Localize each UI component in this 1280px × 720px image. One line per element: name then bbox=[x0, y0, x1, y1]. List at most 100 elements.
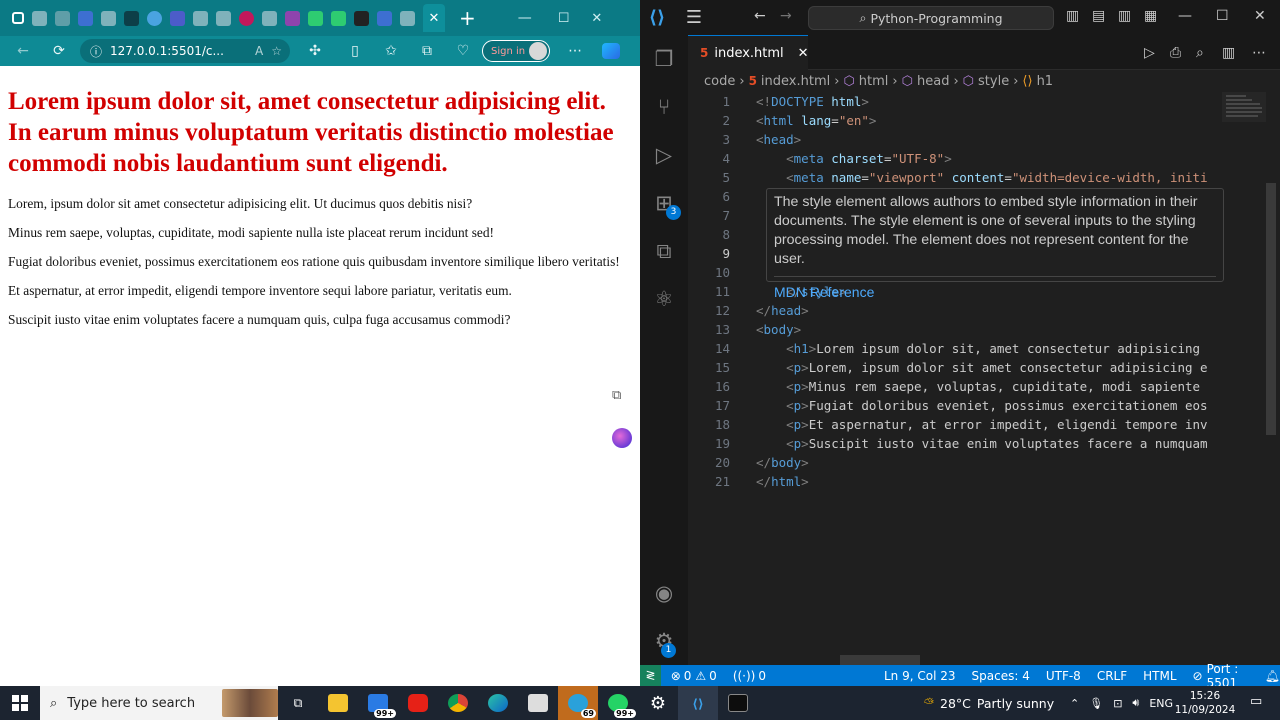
tab-close-icon[interactable]: ✕ bbox=[798, 46, 809, 61]
tab-favicon-7[interactable] bbox=[170, 10, 185, 26]
customize-layout-icon[interactable]: ▦ bbox=[1144, 8, 1157, 24]
code-line[interactable]: 21 </html> bbox=[688, 472, 1268, 491]
read-aloud-icon[interactable]: A bbox=[255, 44, 263, 58]
tab-index-html[interactable]: 5 index.html ✕ bbox=[688, 35, 809, 70]
code-line[interactable]: 3 <head> bbox=[688, 130, 1268, 149]
menu-icon[interactable]: ☰ bbox=[674, 7, 714, 28]
command-center[interactable]: ⌕ Python-Programming bbox=[808, 6, 1054, 30]
mail-icon[interactable]: 99+ bbox=[358, 686, 398, 720]
tab-favicon-4[interactable] bbox=[101, 10, 116, 26]
indentation[interactable]: Spaces: 4 bbox=[972, 669, 1030, 683]
task-view-icon[interactable]: ⧉ bbox=[278, 686, 318, 720]
taskbar-search[interactable]: ⌕ Type here to search bbox=[40, 686, 278, 720]
translate-icon[interactable]: ⧉ bbox=[612, 388, 628, 404]
breadcrumb-item[interactable]: head bbox=[917, 74, 949, 89]
snipping-tool-icon[interactable] bbox=[718, 686, 758, 720]
start-button[interactable] bbox=[0, 686, 40, 720]
encoding[interactable]: UTF-8 bbox=[1046, 669, 1081, 683]
tab-favicon-10[interactable] bbox=[239, 10, 254, 26]
code-text[interactable]: <p>Minus rem saepe, voluptas, cupiditate… bbox=[756, 377, 1218, 396]
store-icon[interactable] bbox=[518, 686, 558, 720]
toggle-secondary-sidebar-icon[interactable]: ▥ bbox=[1118, 8, 1131, 24]
code-text[interactable]: <p>Et aspernatur, at error impedit, elig… bbox=[756, 415, 1218, 434]
back-icon[interactable]: ← bbox=[10, 43, 36, 59]
nav-forward-icon[interactable]: → bbox=[780, 8, 792, 24]
nav-back-icon[interactable]: ← bbox=[754, 8, 766, 24]
horizontal-scrollbar[interactable] bbox=[840, 655, 920, 665]
notifications-icon[interactable]: ▭ bbox=[1250, 694, 1262, 709]
warning-icon[interactable]: ⚠ bbox=[695, 669, 706, 683]
tab-favicon-3[interactable] bbox=[78, 10, 93, 26]
breadcrumb-item[interactable]: index.html bbox=[761, 74, 830, 89]
tab-actions-icon[interactable] bbox=[12, 12, 24, 24]
preview-icon[interactable]: ⌕ bbox=[1196, 45, 1204, 61]
favorites-icon[interactable]: ✩ bbox=[378, 43, 404, 59]
copilot-icon[interactable] bbox=[602, 43, 621, 59]
code-line[interactable]: 14 <h1>Lorem ipsum dolor sit, amet conse… bbox=[688, 339, 1268, 358]
tab-favicon-15[interactable] bbox=[354, 10, 369, 26]
code-text[interactable]: <p>Lorem, ipsum dolor sit amet consectet… bbox=[756, 358, 1218, 377]
maximize-icon[interactable]: ☐ bbox=[1216, 8, 1229, 24]
react-icon[interactable]: ⚛ bbox=[650, 285, 678, 313]
code-line[interactable]: 4 <meta charset="UTF-8"> bbox=[688, 149, 1268, 168]
more-actions-icon[interactable]: ⋯ bbox=[1252, 45, 1266, 61]
favorite-star-icon[interactable]: ☆ bbox=[271, 44, 282, 58]
code-text[interactable]: <meta name="viewport" content="width=dev… bbox=[756, 168, 1218, 187]
code-text[interactable]: <h1>Lorem ipsum dolor sit, amet consecte… bbox=[756, 339, 1218, 358]
address-bar[interactable]: ⓘ 127.0.0.1:5501/c... A ☆ bbox=[80, 39, 290, 63]
whatsapp-icon[interactable]: 99+ bbox=[598, 686, 638, 720]
brain-extension-icon[interactable] bbox=[612, 428, 632, 448]
collections-icon[interactable]: ⧉ bbox=[414, 43, 440, 59]
close-window-icon[interactable]: ✕ bbox=[591, 11, 602, 26]
close-window-icon[interactable]: ✕ bbox=[1254, 8, 1266, 24]
live-server-icon[interactable]: ⊘ bbox=[1193, 669, 1203, 683]
minimize-icon[interactable]: — bbox=[518, 10, 532, 26]
code-line[interactable]: 18 <p>Et aspernatur, at error impedit, e… bbox=[688, 415, 1268, 434]
tab-close-icon[interactable]: ✕ bbox=[429, 11, 440, 26]
warning-count[interactable]: 0 bbox=[709, 669, 717, 683]
code-line[interactable]: 16 <p>Minus rem saepe, voluptas, cupidit… bbox=[688, 377, 1268, 396]
code-text[interactable]: <body> bbox=[756, 320, 1218, 339]
tab-favicon-8[interactable] bbox=[193, 10, 208, 26]
chevron-up-icon[interactable]: ⌃ bbox=[1070, 697, 1079, 710]
tab-favicon-17[interactable] bbox=[400, 10, 415, 26]
code-text[interactable]: <p>Suscipit iusto vitae enim voluptates … bbox=[756, 434, 1218, 453]
extensions-icon[interactable]: ✣ bbox=[302, 43, 328, 59]
code-line[interactable]: 20 </body> bbox=[688, 453, 1268, 472]
settings-icon[interactable]: ⚙ bbox=[638, 686, 678, 720]
code-text[interactable]: <meta charset="UTF-8"> bbox=[756, 149, 1218, 168]
performance-icon[interactable]: ♡ bbox=[450, 43, 476, 59]
chrome-icon[interactable] bbox=[438, 686, 478, 720]
live-server-port[interactable]: Port : 5501 bbox=[1207, 662, 1247, 687]
code-line[interactable]: 19 <p>Suscipit iusto vitae enim voluptat… bbox=[688, 434, 1268, 453]
clock[interactable]: 15:26 11/09/2024 bbox=[1170, 689, 1240, 717]
code-text[interactable]: <!DOCTYPE html> bbox=[756, 92, 1218, 111]
address-text[interactable]: 127.0.0.1:5501/c... bbox=[110, 44, 224, 58]
network-icon[interactable]: ⊡ bbox=[1113, 697, 1122, 710]
language-mode[interactable]: HTML bbox=[1143, 669, 1176, 683]
weather-widget[interactable]: ⛅︎ 28°C Partly sunny bbox=[924, 686, 1054, 720]
breadcrumb-item[interactable]: h1 bbox=[1037, 74, 1054, 89]
toggle-panel-icon[interactable]: ▤ bbox=[1092, 8, 1105, 24]
code-editor[interactable]: 1 <!DOCTYPE html> 2 <html lang="en"> 3 <head>… bbox=[688, 92, 1268, 665]
youtube-icon[interactable] bbox=[398, 686, 438, 720]
refresh-icon[interactable]: ⟳ bbox=[46, 43, 72, 59]
more-options-icon[interactable]: ⋯ bbox=[562, 43, 588, 59]
run-debug-icon[interactable]: ▷ bbox=[650, 141, 678, 169]
breadcrumb-item[interactable]: code bbox=[704, 74, 735, 89]
tab-favicon-1[interactable] bbox=[32, 10, 47, 26]
source-control-icon[interactable]: ⑂ bbox=[650, 93, 678, 121]
code-line[interactable]: 13 <body> bbox=[688, 320, 1268, 339]
vertical-scrollbar[interactable] bbox=[1266, 183, 1276, 435]
split-screen-icon[interactable]: ▯ bbox=[342, 43, 368, 59]
tab-favicon-12[interactable] bbox=[285, 10, 300, 26]
split-editor-icon[interactable]: ▥ bbox=[1222, 45, 1235, 61]
breadcrumb-item[interactable]: style bbox=[978, 74, 1009, 89]
tab-favicon-6[interactable] bbox=[147, 10, 162, 26]
telegram-icon[interactable]: 69 bbox=[558, 686, 598, 720]
remote-explorer-icon[interactable]: ⧉ bbox=[650, 237, 678, 265]
browser-active-tab[interactable]: ✕ bbox=[423, 4, 445, 32]
remote-indicator-icon[interactable]: ≷ bbox=[640, 665, 661, 686]
explorer-icon[interactable]: ❐ bbox=[650, 45, 678, 73]
mdn-reference-link[interactable]: MDN Reference bbox=[774, 276, 1216, 302]
